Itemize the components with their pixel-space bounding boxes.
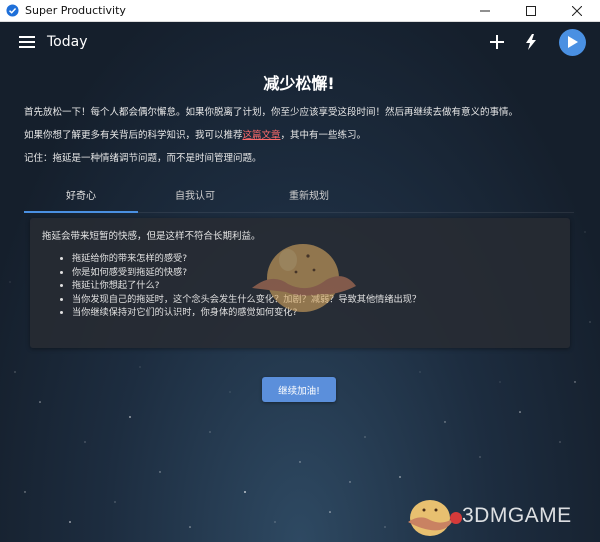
plus-icon bbox=[490, 35, 504, 49]
procrastination-tabs: 好奇心 自我认可 重新规划 bbox=[24, 188, 574, 213]
minimize-icon bbox=[480, 10, 490, 11]
list-item: 你是如何感受到拖延的快感? bbox=[72, 266, 421, 280]
tab-curiosity[interactable]: 好奇心 bbox=[24, 188, 138, 213]
minimize-button[interactable] bbox=[462, 0, 508, 22]
flash-button[interactable] bbox=[519, 30, 543, 54]
tab-replanning[interactable]: 重新规划 bbox=[252, 188, 366, 212]
hamburger-menu-icon bbox=[19, 36, 35, 48]
close-button[interactable] bbox=[554, 0, 600, 22]
app-toolbar: Today bbox=[0, 22, 600, 62]
watermark: 3DMGAME bbox=[404, 492, 594, 540]
procrastination-content: 减少松懈! 首先放松一下！每个人都会偶尔懈怠。如果你脱离了计划，你至少应该享受这… bbox=[24, 70, 574, 175]
page-title: Today bbox=[47, 34, 88, 50]
intro-paragraph: 首先放松一下！每个人都会偶尔懈怠。如果你脱离了计划，你至少应该享受这段时间！然后… bbox=[24, 107, 519, 118]
watermark-mascot-icon bbox=[408, 500, 462, 536]
add-task-button[interactable] bbox=[485, 30, 509, 54]
lightning-icon bbox=[526, 34, 536, 50]
continue-button[interactable]: 继续加油! bbox=[262, 377, 336, 402]
close-icon bbox=[572, 5, 582, 16]
article-link[interactable]: 这篇文章 bbox=[243, 130, 281, 141]
watermark-text: 3DMGAME bbox=[462, 504, 572, 527]
app-area: Today 减少松懈! 首先放松一下！每个人都会偶尔懈怠。如果你脱离了计划，你至… bbox=[0, 22, 600, 542]
science-paragraph: 如果你想了解更多有关背后的科学知识，我可以推荐这篇文章，其中有一些练习。 bbox=[24, 129, 574, 142]
list-item: 当你继续保持对它们的认识时，你身体的感觉如何变化? bbox=[72, 306, 421, 320]
play-icon bbox=[567, 36, 578, 48]
science-text-after: ，其中有一些练习。 bbox=[280, 130, 367, 141]
mascot-illustration bbox=[252, 244, 356, 312]
list-item: 拖延让你想起了什么? bbox=[72, 279, 421, 293]
menu-button[interactable] bbox=[16, 31, 38, 53]
card-lead-text: 拖延会带来短暂的快感，但是这样不符合长期利益。 bbox=[42, 231, 261, 242]
science-text-before: 如果你想了解更多有关背后的科学知识，我可以推荐 bbox=[24, 130, 243, 141]
procrastination-heading: 减少松懈! bbox=[263, 74, 335, 93]
question-list: 拖延给你的带来怎样的感受? 你是如何感受到拖延的快感? 拖延让你想起了什么? 当… bbox=[72, 252, 421, 320]
maximize-button[interactable] bbox=[508, 0, 554, 22]
list-item: 拖延给你的带来怎样的感受? bbox=[72, 252, 421, 266]
app-check-icon bbox=[6, 4, 19, 17]
list-item: 当你发现自己的拖延时，这个念头会发生什么变化？加剧？减弱？导致其他情绪出现？ bbox=[72, 293, 421, 307]
window-titlebar: Super Productivity bbox=[0, 0, 600, 22]
play-button[interactable] bbox=[559, 28, 586, 56]
remember-paragraph: 记住：拖延是一种情绪调节问题，而不是时间管理问题。 bbox=[24, 153, 262, 164]
window-title: Super Productivity bbox=[25, 4, 126, 17]
tab-self-compassion[interactable]: 自我认可 bbox=[138, 188, 252, 212]
maximize-icon bbox=[526, 5, 536, 16]
